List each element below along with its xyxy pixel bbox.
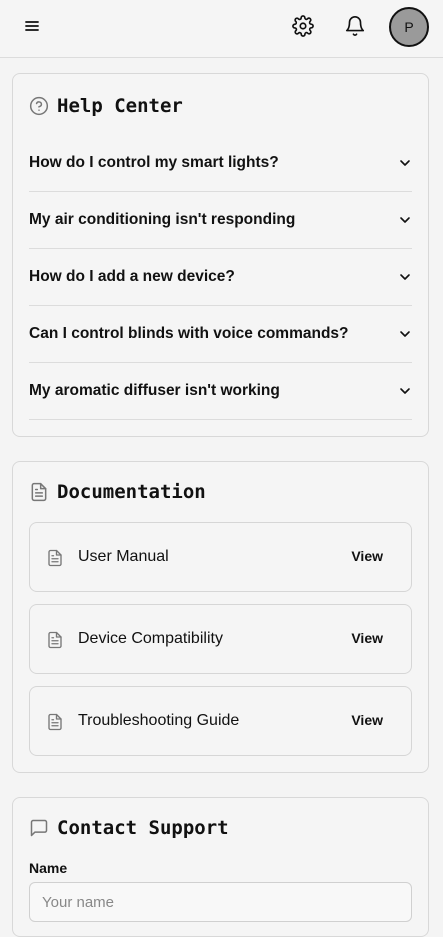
name-input[interactable]: [29, 882, 412, 922]
faq-question: Can I control blinds with voice commands…: [29, 325, 349, 342]
document-icon: [48, 713, 62, 731]
document-icon: [48, 549, 62, 567]
faq-item-smart-lights[interactable]: How do I control my smart lights?: [29, 135, 412, 192]
view-button[interactable]: View: [351, 548, 383, 564]
doc-item-device-compatibility[interactable]: Device Compatibility View: [29, 604, 412, 674]
faq-question: How do I add a new device?: [29, 268, 235, 285]
chevron-down-icon: [400, 331, 410, 337]
avatar[interactable]: P: [389, 7, 429, 47]
help-center-card: Help Center How do I control my smart li…: [12, 73, 429, 437]
chevron-down-icon: [400, 274, 410, 280]
contact-support-title: Contact Support: [57, 817, 229, 839]
documentation-heading: Documentation: [29, 480, 206, 504]
hamburger-icon[interactable]: [22, 16, 42, 36]
doc-name: User Manual: [78, 548, 169, 565]
help-center-title: Help Center: [57, 95, 183, 117]
chevron-down-icon: [400, 388, 410, 394]
document-icon: [31, 482, 47, 502]
contact-support-heading: Contact Support: [29, 816, 229, 840]
chat-bubble-icon: [30, 819, 48, 837]
view-button[interactable]: View: [351, 630, 383, 646]
top-bar: P: [0, 0, 443, 58]
question-circle-icon: [29, 96, 49, 116]
documentation-title: Documentation: [57, 481, 206, 503]
chevron-down-icon: [400, 160, 410, 166]
faq-question: How do I control my smart lights?: [29, 154, 279, 171]
document-icon: [48, 631, 62, 649]
gear-icon[interactable]: [292, 15, 314, 37]
faq-question: My air conditioning isn't responding: [29, 211, 296, 228]
documentation-card: Documentation User Manual View Device Co…: [12, 461, 429, 773]
avatar-initial: P: [404, 19, 414, 35]
doc-name: Troubleshooting Guide: [78, 712, 240, 729]
view-button[interactable]: View: [351, 712, 383, 728]
doc-item-troubleshooting-guide[interactable]: Troubleshooting Guide View: [29, 686, 412, 756]
faq-item-aromatic-diffuser[interactable]: My aromatic diffuser isn't working: [29, 363, 412, 420]
faq-item-air-conditioning[interactable]: My air conditioning isn't responding: [29, 192, 412, 249]
bell-icon[interactable]: [344, 15, 366, 37]
faq-item-blinds-voice[interactable]: Can I control blinds with voice commands…: [29, 306, 412, 363]
chevron-down-icon: [400, 217, 410, 223]
name-label: Name: [29, 860, 68, 876]
faq-item-add-device[interactable]: How do I add a new device?: [29, 249, 412, 306]
doc-item-user-manual[interactable]: User Manual View: [29, 522, 412, 592]
doc-name: Device Compatibility: [78, 630, 223, 647]
contact-support-card: Contact Support Name: [12, 797, 429, 937]
help-center-heading: Help Center: [29, 94, 183, 118]
faq-question: My aromatic diffuser isn't working: [29, 382, 280, 399]
